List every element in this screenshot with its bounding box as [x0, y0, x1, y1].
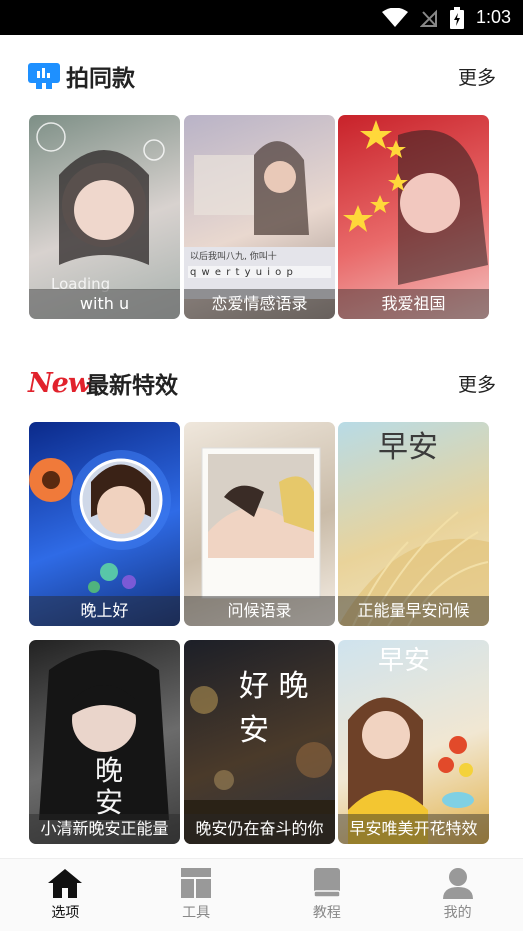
card-caption: 早安唯美开花特效: [338, 814, 489, 844]
section-header-same-style: 拍同款 更多: [28, 56, 496, 96]
card-caption: 我爱祖国: [338, 289, 489, 319]
effect-card[interactable]: 早安 早安唯美开花特效: [338, 640, 489, 844]
tab-label: 我的: [443, 905, 472, 921]
tab-options[interactable]: 选项: [0, 859, 131, 931]
wifi-icon: [381, 7, 408, 27]
new-badge: New: [28, 367, 91, 399]
overlay-text: 早安: [378, 646, 431, 676]
camera-icon: [28, 63, 60, 89]
card-caption: 恋爱情感语录: [184, 289, 335, 319]
card-caption: 晚安仍在奋斗的你: [184, 814, 335, 844]
section-title: 最新特效: [86, 373, 178, 399]
no-signal-icon: [419, 9, 437, 27]
tab-label: 教程: [312, 905, 341, 921]
overlay-text: 好 晚 安: [239, 669, 309, 748]
effect-card[interactable]: 晚上好: [29, 422, 180, 626]
card-caption: 问候语录: [184, 596, 335, 626]
bottom-tab-bar: 选项 工具 教程 我的: [0, 858, 523, 931]
tab-tutorial[interactable]: 教程: [262, 859, 393, 931]
card-caption: 晚上好: [29, 596, 180, 626]
card-caption: with u: [29, 289, 180, 319]
section-title: 拍同款: [66, 66, 135, 92]
user-icon: [442, 868, 473, 899]
tab-label: 选项: [51, 905, 80, 921]
tab-label: 工具: [182, 905, 211, 921]
template-card[interactable]: 我爱祖国: [338, 115, 489, 319]
card-caption: 正能量早安问候: [338, 596, 489, 626]
more-link[interactable]: 更多: [458, 63, 496, 90]
tab-profile[interactable]: 我的: [392, 859, 523, 931]
overlay-text: 以后我叫八九, 你叫十: [190, 252, 277, 262]
template-card[interactable]: Loading with u: [29, 115, 180, 319]
home-icon: [48, 869, 83, 898]
status-bar: 1:03: [0, 0, 523, 35]
more-link[interactable]: 更多: [458, 370, 496, 397]
card-caption: 小清新晚安正能量: [29, 814, 180, 844]
template-card[interactable]: 以后我叫八九, 你叫十 q w e r t y u i o p 恋爱情感语录: [184, 115, 335, 319]
effect-card[interactable]: 早安 正能量早安问候: [338, 422, 489, 626]
section-header-new-effects: New 最新特效 更多: [28, 363, 496, 403]
effect-card[interactable]: 问候语录: [184, 422, 335, 626]
book-icon: [313, 868, 341, 898]
status-time: 1:03: [475, 7, 511, 27]
effect-card[interactable]: 好 晚 安 晚安仍在奋斗的你: [184, 640, 335, 844]
keyboard-row: q w e r t y u i o p: [190, 267, 294, 278]
effect-card[interactable]: 晚安 小清新晚安正能量: [29, 640, 180, 844]
layout-icon: [181, 868, 212, 898]
overlay-text: 晚安: [94, 754, 123, 819]
tab-tools[interactable]: 工具: [131, 859, 262, 931]
battery-icon: [449, 6, 464, 29]
overlay-text: 早安: [378, 430, 438, 465]
